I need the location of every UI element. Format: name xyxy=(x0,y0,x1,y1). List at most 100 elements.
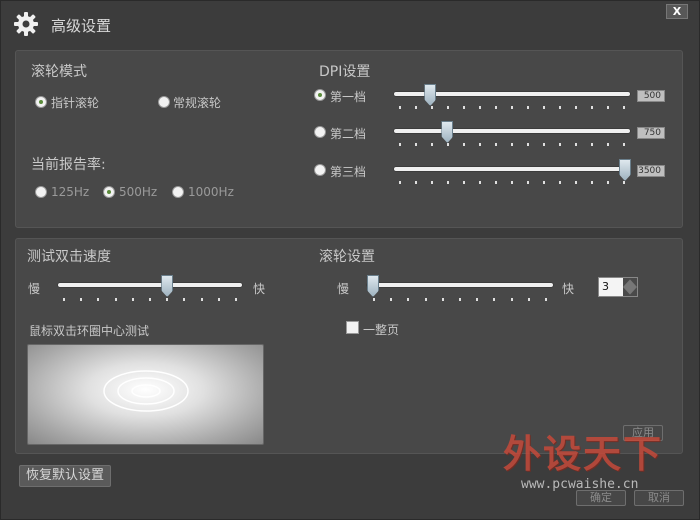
tick-mark xyxy=(495,143,497,146)
double-click-speed-title: 测试双击速度 xyxy=(27,249,111,265)
tick-mark xyxy=(399,181,401,184)
tick-mark xyxy=(575,106,577,109)
dpi-level-2-slider-track[interactable] xyxy=(394,129,630,133)
window-title: 高级设置 xyxy=(51,17,112,35)
tick-mark xyxy=(80,298,83,301)
radio-125hz[interactable] xyxy=(35,186,47,198)
report-rate-title: 当前报告率: xyxy=(31,157,106,173)
double-click-ticks xyxy=(63,298,237,302)
wheel-speed-slider-track[interactable] xyxy=(367,283,553,287)
radio-500hz[interactable] xyxy=(103,186,115,198)
radio-normal-wheel[interactable] xyxy=(158,96,170,108)
wheel-lines-stepper[interactable]: 3 xyxy=(598,277,638,297)
tick-mark xyxy=(527,181,529,184)
gear-icon xyxy=(14,12,38,36)
advanced-settings-window: 高级设置 X 滚轮模式 指针滚轮 常规滚轮 当前报告率: 125Hz 500Hz… xyxy=(0,0,700,520)
tick-mark xyxy=(458,298,461,301)
tick-mark xyxy=(607,181,609,184)
tick-mark xyxy=(575,143,577,146)
radio-pointer-wheel-label: 指针滚轮 xyxy=(51,96,100,110)
tick-mark xyxy=(476,298,479,301)
radio-dpi-level-1[interactable] xyxy=(314,89,326,101)
tick-mark xyxy=(415,143,417,146)
cancel-button[interactable]: 取消 xyxy=(634,490,684,506)
radio-dpi-level-3[interactable] xyxy=(314,164,326,176)
double-click-test-label: 鼠标双击环圈中心测试 xyxy=(29,324,150,338)
tick-mark xyxy=(431,181,433,184)
double-click-test-area[interactable] xyxy=(27,344,264,445)
reset-defaults-button[interactable]: 恢复默认设置 xyxy=(19,465,111,487)
tick-mark xyxy=(373,298,375,301)
dpi-level-2-value: 750 xyxy=(637,127,665,139)
ok-button[interactable]: 确定 xyxy=(576,490,626,506)
watermark: 外设天下 www.pcwaishe.cn xyxy=(501,421,691,501)
tick-mark xyxy=(407,298,410,301)
tick-mark xyxy=(424,298,427,301)
tick-mark xyxy=(511,106,513,109)
wheel-slow-label: 慢 xyxy=(337,282,350,296)
tick-mark xyxy=(148,298,151,301)
tick-mark xyxy=(479,181,481,184)
tick-mark xyxy=(447,143,449,146)
double-click-slider-track[interactable] xyxy=(58,283,242,287)
tick-mark xyxy=(114,298,117,301)
dpi-level-2-label: 第二档 xyxy=(330,127,367,141)
tick-mark xyxy=(441,298,444,301)
radio-dpi-level-2[interactable] xyxy=(314,126,326,138)
tick-mark xyxy=(217,298,220,301)
tick-mark xyxy=(511,143,513,146)
tick-mark xyxy=(97,298,100,301)
tick-mark xyxy=(479,106,481,109)
tick-mark xyxy=(447,106,449,109)
tick-mark xyxy=(623,106,625,109)
tick-mark xyxy=(447,181,449,184)
radio-normal-wheel-label: 常规滚轮 xyxy=(173,96,222,110)
tick-mark xyxy=(463,143,465,146)
tick-mark xyxy=(527,298,530,301)
tick-mark xyxy=(623,143,625,146)
dpi-level-3-slider-track[interactable] xyxy=(394,167,630,171)
close-button[interactable]: X xyxy=(666,4,688,19)
one-page-checkbox[interactable] xyxy=(346,321,359,334)
dpi-level-3-label: 第三档 xyxy=(330,165,367,179)
tick-mark xyxy=(200,298,203,301)
one-page-label: 一整页 xyxy=(363,323,400,337)
tick-mark xyxy=(390,298,393,301)
tick-mark xyxy=(63,298,65,301)
stepper-up-icon[interactable] xyxy=(623,279,637,287)
radio-125hz-label: 125Hz xyxy=(51,185,90,199)
tick-mark xyxy=(591,143,593,146)
tick-mark xyxy=(495,181,497,184)
tick-mark xyxy=(559,143,561,146)
tick-mark xyxy=(399,143,401,146)
stepper-down-icon[interactable] xyxy=(623,287,637,295)
dpi-level-3-ticks xyxy=(399,181,625,185)
dpi-title: DPI设置 xyxy=(319,64,371,80)
wheel-settings-title: 滚轮设置 xyxy=(319,249,375,265)
tick-mark xyxy=(463,106,465,109)
target-rings-icon[interactable] xyxy=(28,345,265,446)
tick-mark xyxy=(463,181,465,184)
radio-500hz-label: 500Hz xyxy=(119,185,158,199)
tick-mark xyxy=(591,106,593,109)
wheel-lines-value[interactable]: 3 xyxy=(599,278,623,296)
tick-mark xyxy=(575,181,577,184)
tick-mark xyxy=(559,106,561,109)
tick-mark xyxy=(510,298,513,301)
tick-mark xyxy=(166,298,169,301)
radio-1000hz[interactable] xyxy=(172,186,184,198)
tick-mark xyxy=(607,106,609,109)
dpi-level-2-ticks xyxy=(399,143,625,147)
radio-1000hz-label: 1000Hz xyxy=(188,185,234,199)
wheel-mode-title: 滚轮模式 xyxy=(31,64,87,80)
tick-mark xyxy=(543,106,545,109)
dpi-level-1-value: 500 xyxy=(637,90,665,102)
watermark-text: 外设天下 xyxy=(503,432,664,476)
tick-mark xyxy=(543,181,545,184)
tick-mark xyxy=(234,298,237,301)
tick-mark xyxy=(544,298,547,301)
tick-mark xyxy=(591,181,593,184)
tick-mark xyxy=(415,106,417,109)
double-click-fast-label: 快 xyxy=(253,282,266,296)
radio-pointer-wheel[interactable] xyxy=(35,96,47,108)
